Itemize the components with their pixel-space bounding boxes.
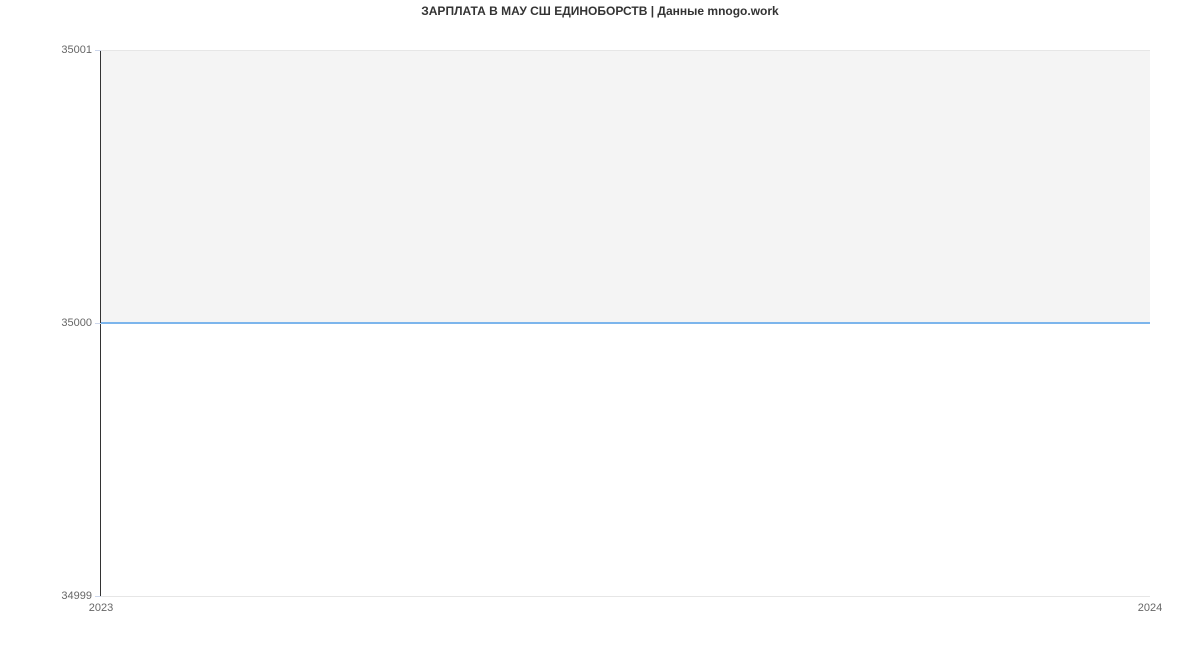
x-axis-label: 2023	[89, 596, 113, 614]
gridline-bottom	[101, 596, 1150, 597]
plot-area: 35001 35000 34999 2023 2024	[100, 50, 1150, 596]
chart-title: ЗАРПЛАТА В МАУ СШ ЕДИНОБОРСТВ | Данные m…	[0, 4, 1200, 18]
chart-container: ЗАРПЛАТА В МАУ СШ ЕДИНОБОРСТВ | Данные m…	[0, 0, 1200, 650]
y-axis-label: 35000	[61, 317, 101, 329]
data-line	[101, 322, 1150, 324]
x-axis-label: 2024	[1138, 596, 1162, 614]
gridline-top	[101, 50, 1150, 51]
plot-band	[101, 50, 1150, 323]
y-axis-label: 35001	[61, 44, 101, 56]
